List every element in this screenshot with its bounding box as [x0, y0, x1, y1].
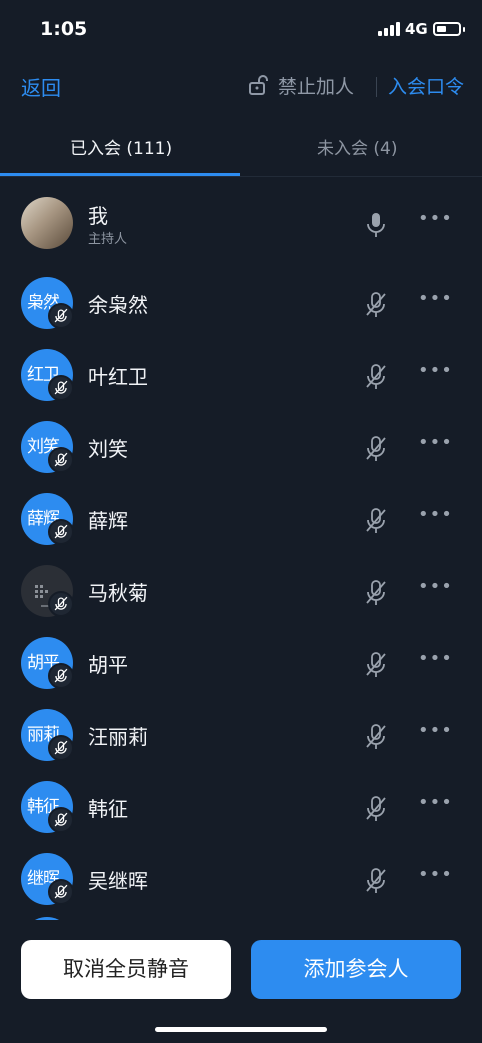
more-options-button[interactable]: •••: [418, 648, 453, 669]
more-options-button[interactable]: •••: [418, 208, 453, 229]
more-options-button[interactable]: •••: [418, 360, 453, 381]
signal-icon: [378, 22, 400, 36]
participant-role: 主持人: [88, 232, 128, 247]
participant-name: 余枭然: [88, 293, 148, 317]
status-time: 1:05: [40, 18, 88, 40]
muted-badge-icon: [48, 663, 74, 689]
tab-bar: 已入会 (111) 未入会 (4): [0, 118, 482, 177]
status-bar: 1:05 4G: [0, 0, 482, 60]
active-tab-indicator: [0, 173, 240, 176]
more-options-button[interactable]: •••: [418, 432, 453, 453]
avatar: [21, 197, 73, 249]
participant-row[interactable]: 继晖 吴继晖 •••: [0, 836, 482, 908]
more-options-button[interactable]: •••: [418, 576, 453, 597]
mic-muted-icon[interactable]: [366, 436, 386, 462]
participant-row[interactable]: 马秋菊 •••: [0, 548, 482, 620]
passcode-button[interactable]: 入会口令: [388, 72, 464, 99]
participant-list[interactable]: 我 主持人 ••• 枭然 余枭然 ••• 红卫 叶红卫 ••• 刘笑 刘笑 ••…: [0, 180, 482, 920]
muted-badge-icon: [48, 591, 74, 617]
participant-row[interactable]: 刘笑 刘笑 •••: [0, 404, 482, 476]
home-indicator: [155, 1027, 327, 1032]
network-label: 4G: [405, 20, 428, 38]
more-options-button[interactable]: •••: [418, 504, 453, 525]
more-options-button[interactable]: •••: [418, 792, 453, 813]
muted-badge-icon: [48, 447, 74, 473]
participant-name: 叶红卫: [88, 365, 148, 389]
more-options-button[interactable]: •••: [418, 864, 453, 885]
mic-muted-icon[interactable]: [366, 364, 386, 390]
mic-muted-icon[interactable]: [366, 724, 386, 750]
tab-joined[interactable]: 已入会 (111): [70, 134, 172, 159]
participant-name: 胡平: [88, 653, 128, 677]
muted-badge-icon: [48, 519, 74, 545]
mic-muted-icon[interactable]: [366, 292, 386, 318]
battery-tip: [463, 27, 465, 32]
mic-icon[interactable]: [366, 212, 386, 238]
participant-row[interactable]: 红卫 叶红卫 •••: [0, 332, 482, 404]
add-participant-button[interactable]: 添加参会人: [251, 940, 461, 999]
participant-row[interactable]: 薛辉 薛辉 •••: [0, 476, 482, 548]
lock-meeting-button[interactable]: 禁止加人: [278, 72, 354, 99]
participant-row[interactable]: 我 主持人 •••: [0, 180, 482, 252]
nav-bar: 返回 禁止加人 入会口令: [0, 64, 482, 108]
participant-row[interactable]: 丽莉 汪丽莉 •••: [0, 692, 482, 764]
participant-name: 刘笑: [88, 437, 128, 461]
mic-muted-icon[interactable]: [366, 580, 386, 606]
muted-badge-icon: [48, 375, 74, 401]
more-options-button[interactable]: •••: [418, 720, 453, 741]
participant-row[interactable]: 枭然 余枭然 •••: [0, 260, 482, 332]
muted-badge-icon: [48, 303, 74, 329]
more-options-button[interactable]: •••: [418, 288, 453, 309]
back-button[interactable]: 返回: [21, 72, 61, 101]
participant-name: 韩征: [88, 797, 128, 821]
unmute-all-button[interactable]: 取消全员静音: [21, 940, 231, 999]
unlock-icon[interactable]: [248, 75, 270, 95]
participant-name: 我: [88, 204, 108, 228]
mic-muted-icon[interactable]: [366, 652, 386, 678]
mic-muted-icon[interactable]: [366, 508, 386, 534]
bottom-action-bar: 取消全员静音 添加参会人: [0, 920, 482, 1043]
participant-row[interactable]: 韩征 韩征 •••: [0, 764, 482, 836]
participant-row[interactable]: 胡平 胡平 •••: [0, 620, 482, 692]
battery-icon: [433, 22, 461, 36]
muted-badge-icon: [48, 879, 74, 905]
tab-not-joined[interactable]: 未入会 (4): [317, 134, 397, 159]
participant-name: 吴继晖: [88, 869, 148, 893]
mic-muted-icon[interactable]: [366, 868, 386, 894]
participant-name: 汪丽莉: [88, 725, 148, 749]
muted-badge-icon: [48, 735, 74, 761]
mic-muted-icon[interactable]: [366, 796, 386, 822]
muted-badge-icon: [48, 807, 74, 833]
nav-divider: [376, 77, 377, 97]
participant-name: 薛辉: [88, 509, 128, 533]
participant-name: 马秋菊: [88, 581, 148, 605]
